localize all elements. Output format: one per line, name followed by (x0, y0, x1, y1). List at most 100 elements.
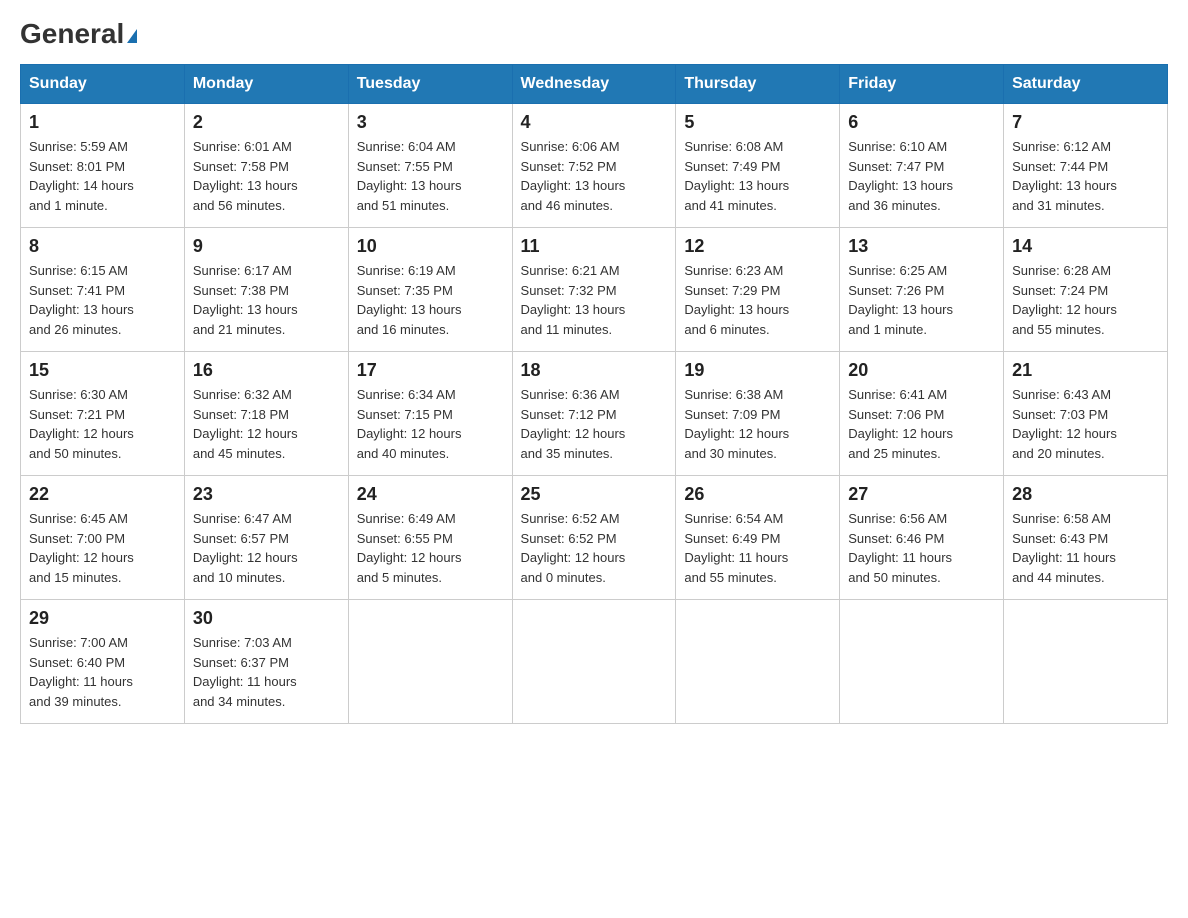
day-cell: 28 Sunrise: 6:58 AMSunset: 6:43 PMDayligh… (1004, 476, 1168, 600)
day-number: 9 (193, 236, 340, 257)
day-number: 13 (848, 236, 995, 257)
day-info: Sunrise: 6:38 AMSunset: 7:09 PMDaylight:… (684, 385, 831, 463)
day-info: Sunrise: 6:36 AMSunset: 7:12 PMDaylight:… (521, 385, 668, 463)
day-info: Sunrise: 6:30 AMSunset: 7:21 PMDaylight:… (29, 385, 176, 463)
day-cell (512, 600, 676, 724)
day-number: 22 (29, 484, 176, 505)
day-number: 8 (29, 236, 176, 257)
day-cell: 11 Sunrise: 6:21 AMSunset: 7:32 PMDayligh… (512, 228, 676, 352)
day-info: Sunrise: 6:12 AMSunset: 7:44 PMDaylight:… (1012, 137, 1159, 215)
day-info: Sunrise: 6:47 AMSunset: 6:57 PMDaylight:… (193, 509, 340, 587)
day-number: 5 (684, 112, 831, 133)
day-cell: 14 Sunrise: 6:28 AMSunset: 7:24 PMDayligh… (1004, 228, 1168, 352)
day-info: Sunrise: 6:08 AMSunset: 7:49 PMDaylight:… (684, 137, 831, 215)
week-row-5: 29Sunrise: 7:00 AMSunset: 6:40 PMDayligh… (21, 600, 1168, 724)
day-info: Sunrise: 6:10 AMSunset: 7:47 PMDaylight:… (848, 137, 995, 215)
weekday-header-row: SundayMondayTuesdayWednesdayThursdayFrid… (21, 65, 1168, 104)
day-cell (840, 600, 1004, 724)
week-row-2: 8 Sunrise: 6:15 AMSunset: 7:41 PMDaylight… (21, 228, 1168, 352)
day-number: 23 (193, 484, 340, 505)
day-info: Sunrise: 6:52 AMSunset: 6:52 PMDaylight:… (521, 509, 668, 587)
day-info: Sunrise: 6:21 AMSunset: 7:32 PMDaylight:… (521, 261, 668, 339)
day-cell (676, 600, 840, 724)
day-cell: 4 Sunrise: 6:06 AMSunset: 7:52 PMDaylight… (512, 104, 676, 228)
day-number: 3 (357, 112, 504, 133)
day-cell: 19Sunrise: 6:38 AMSunset: 7:09 PMDayligh… (676, 352, 840, 476)
day-cell: 25Sunrise: 6:52 AMSunset: 6:52 PMDayligh… (512, 476, 676, 600)
day-cell: 23 Sunrise: 6:47 AMSunset: 6:57 PMDayligh… (184, 476, 348, 600)
day-number: 21 (1012, 360, 1159, 381)
day-cell: 16Sunrise: 6:32 AMSunset: 7:18 PMDayligh… (184, 352, 348, 476)
day-cell: 8 Sunrise: 6:15 AMSunset: 7:41 PMDaylight… (21, 228, 185, 352)
logo: General (20, 20, 137, 44)
day-info: Sunrise: 6:28 AMSunset: 7:24 PMDaylight:… (1012, 261, 1159, 339)
day-cell: 5 Sunrise: 6:08 AMSunset: 7:49 PMDaylight… (676, 104, 840, 228)
day-info: Sunrise: 6:41 AMSunset: 7:06 PMDaylight:… (848, 385, 995, 463)
day-cell: 1 Sunrise: 5:59 AMSunset: 8:01 PMDaylight… (21, 104, 185, 228)
week-row-3: 15 Sunrise: 6:30 AMSunset: 7:21 PMDayligh… (21, 352, 1168, 476)
day-info: Sunrise: 7:03 AMSunset: 6:37 PMDaylight:… (193, 633, 340, 711)
day-info: Sunrise: 6:04 AMSunset: 7:55 PMDaylight:… (357, 137, 504, 215)
day-cell: 2 Sunrise: 6:01 AMSunset: 7:58 PMDaylight… (184, 104, 348, 228)
day-info: Sunrise: 6:58 AMSunset: 6:43 PMDaylight:… (1012, 509, 1159, 587)
day-info: Sunrise: 6:19 AMSunset: 7:35 PMDaylight:… (357, 261, 504, 339)
weekday-header-wednesday: Wednesday (512, 65, 676, 104)
day-cell: 9 Sunrise: 6:17 AMSunset: 7:38 PMDaylight… (184, 228, 348, 352)
day-number: 10 (357, 236, 504, 257)
day-info: Sunrise: 6:34 AMSunset: 7:15 PMDaylight:… (357, 385, 504, 463)
weekday-header-sunday: Sunday (21, 65, 185, 104)
day-cell: 26Sunrise: 6:54 AMSunset: 6:49 PMDayligh… (676, 476, 840, 600)
day-info: Sunrise: 6:45 AMSunset: 7:00 PMDaylight:… (29, 509, 176, 587)
page-header: General (20, 20, 1168, 44)
day-info: Sunrise: 6:43 AMSunset: 7:03 PMDaylight:… (1012, 385, 1159, 463)
day-cell: 12Sunrise: 6:23 AMSunset: 7:29 PMDayligh… (676, 228, 840, 352)
day-number: 15 (29, 360, 176, 381)
day-info: Sunrise: 5:59 AMSunset: 8:01 PMDaylight:… (29, 137, 176, 215)
day-cell (348, 600, 512, 724)
day-number: 30 (193, 608, 340, 629)
day-cell: 29Sunrise: 7:00 AMSunset: 6:40 PMDayligh… (21, 600, 185, 724)
weekday-header-monday: Monday (184, 65, 348, 104)
weekday-header-friday: Friday (840, 65, 1004, 104)
day-cell: 15 Sunrise: 6:30 AMSunset: 7:21 PMDayligh… (21, 352, 185, 476)
day-info: Sunrise: 6:06 AMSunset: 7:52 PMDaylight:… (521, 137, 668, 215)
day-cell: 17 Sunrise: 6:34 AMSunset: 7:15 PMDayligh… (348, 352, 512, 476)
day-info: Sunrise: 6:56 AMSunset: 6:46 PMDaylight:… (848, 509, 995, 587)
day-cell: 10 Sunrise: 6:19 AMSunset: 7:35 PMDayligh… (348, 228, 512, 352)
day-info: Sunrise: 6:49 AMSunset: 6:55 PMDaylight:… (357, 509, 504, 587)
day-cell: 20 Sunrise: 6:41 AMSunset: 7:06 PMDayligh… (840, 352, 1004, 476)
day-cell: 24 Sunrise: 6:49 AMSunset: 6:55 PMDayligh… (348, 476, 512, 600)
day-info: Sunrise: 6:01 AMSunset: 7:58 PMDaylight:… (193, 137, 340, 215)
day-number: 1 (29, 112, 176, 133)
day-cell: 27Sunrise: 6:56 AMSunset: 6:46 PMDayligh… (840, 476, 1004, 600)
day-number: 16 (193, 360, 340, 381)
day-cell: 21 Sunrise: 6:43 AMSunset: 7:03 PMDayligh… (1004, 352, 1168, 476)
day-cell: 7 Sunrise: 6:12 AMSunset: 7:44 PMDaylight… (1004, 104, 1168, 228)
day-cell: 30 Sunrise: 7:03 AMSunset: 6:37 PMDayligh… (184, 600, 348, 724)
day-number: 7 (1012, 112, 1159, 133)
logo-general: General (20, 20, 137, 48)
day-cell: 22 Sunrise: 6:45 AMSunset: 7:00 PMDayligh… (21, 476, 185, 600)
day-number: 11 (521, 236, 668, 257)
day-number: 29 (29, 608, 176, 629)
day-cell: 3 Sunrise: 6:04 AMSunset: 7:55 PMDaylight… (348, 104, 512, 228)
day-number: 6 (848, 112, 995, 133)
week-row-4: 22 Sunrise: 6:45 AMSunset: 7:00 PMDayligh… (21, 476, 1168, 600)
logo-triangle-icon (127, 29, 137, 43)
day-info: Sunrise: 6:15 AMSunset: 7:41 PMDaylight:… (29, 261, 176, 339)
day-number: 20 (848, 360, 995, 381)
day-number: 28 (1012, 484, 1159, 505)
day-number: 2 (193, 112, 340, 133)
day-info: Sunrise: 6:17 AMSunset: 7:38 PMDaylight:… (193, 261, 340, 339)
day-number: 17 (357, 360, 504, 381)
day-info: Sunrise: 6:23 AMSunset: 7:29 PMDaylight:… (684, 261, 831, 339)
day-cell: 6 Sunrise: 6:10 AMSunset: 7:47 PMDaylight… (840, 104, 1004, 228)
day-number: 26 (684, 484, 831, 505)
weekday-header-saturday: Saturday (1004, 65, 1168, 104)
day-number: 14 (1012, 236, 1159, 257)
week-row-1: 1 Sunrise: 5:59 AMSunset: 8:01 PMDaylight… (21, 104, 1168, 228)
day-cell: 18 Sunrise: 6:36 AMSunset: 7:12 PMDayligh… (512, 352, 676, 476)
day-number: 18 (521, 360, 668, 381)
day-number: 24 (357, 484, 504, 505)
day-number: 4 (521, 112, 668, 133)
